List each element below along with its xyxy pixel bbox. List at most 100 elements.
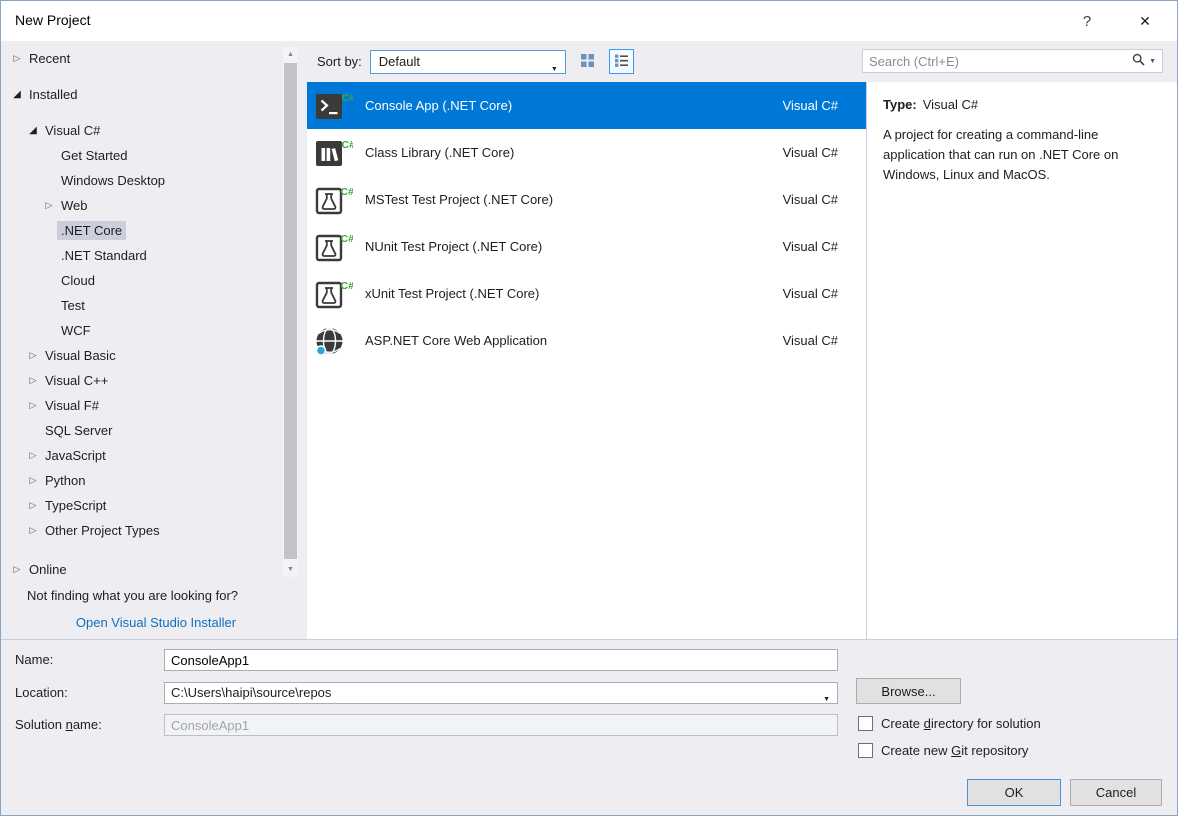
collapsed-arrow-icon[interactable]: ▷ [25,525,41,536]
scroll-down-icon[interactable]: ▼ [283,562,298,577]
location-combo[interactable]: C:\Users\haipi\source\repos ▼ [164,682,838,704]
collapsed-arrow-icon[interactable]: ▷ [25,475,41,486]
tree-item-get-started[interactable]: Get Started [1,143,281,168]
tree-item-label: Test [57,296,89,315]
collapsed-arrow-icon[interactable]: ▷ [41,200,57,211]
sort-dropdown[interactable]: Default ▼ [370,50,566,74]
tree-item-recent[interactable]: ▷Recent [1,46,281,71]
chevron-down-icon[interactable]: ▼ [1149,58,1156,65]
ok-button[interactable]: OK [967,779,1061,806]
collapsed-arrow-icon[interactable]: ▷ [25,400,41,411]
template-item-mstest-test-project-net-core[interactable]: C#MSTest Test Project (.NET Core)Visual … [307,176,866,223]
list-view-button[interactable] [609,49,634,74]
template-item-class-library-net-core[interactable]: C#Class Library (.NET Core)Visual C# [307,129,866,176]
template-item-console-app-net-core[interactable]: C#Console App (.NET Core)Visual C# [307,82,866,129]
tree-item-cloud[interactable]: Cloud [1,268,281,293]
template-item-asp-net-core-web-application[interactable]: ASP.NET Core Web ApplicationVisual C# [307,317,866,364]
tree-item-wcf[interactable]: WCF [1,318,281,343]
tree-item-web[interactable]: ▷Web [1,193,281,218]
chevron-down-icon: ▼ [823,690,830,704]
location-value: C:\Users\haipi\source\repos [171,685,331,700]
close-button[interactable]: ✕ [1127,8,1163,34]
list-view-icon [614,53,629,71]
tree-item-javascript[interactable]: ▷JavaScript [1,443,281,468]
tree-item-net-core[interactable]: .NET Core [1,218,281,243]
tree-item-label: Cloud [57,271,99,290]
svg-text:C#: C# [342,92,354,104]
tree-item-label: SQL Server [41,421,116,440]
label-part: d [924,716,931,731]
template-name: xUnit Test Project (.NET Core) [365,286,783,301]
scrollbar-thumb[interactable] [284,63,297,559]
template-item-nunit-test-project-net-core[interactable]: C#NUnit Test Project (.NET Core)Visual C… [307,223,866,270]
label-part: irectory for solution [931,716,1041,731]
label-part: G [951,743,961,758]
expanded-arrow-icon[interactable]: ◢ [25,125,41,136]
small-icons-view-icon [580,53,595,71]
open-installer-link[interactable]: Open Visual Studio Installer [21,615,291,630]
console-app-icon: C# [315,88,353,124]
tree-item-visual-c[interactable]: ◢Visual C# [1,118,281,143]
tree-item-sql-server[interactable]: SQL Server [1,418,281,443]
search-box: ▼ [862,49,1163,73]
tree-item-visual-basic[interactable]: ▷Visual Basic [1,343,281,368]
name-input[interactable] [164,649,838,671]
cancel-button-label: Cancel [1096,785,1136,800]
label-part: n [66,717,73,732]
create-directory-checkbox-row[interactable]: Create directory for solution [858,715,1041,731]
search-icon[interactable] [1132,53,1145,69]
test-project-icon: C# [315,182,353,218]
tree-item-visual-f[interactable]: ▷Visual F# [1,393,281,418]
tree-item-label: Installed [25,85,81,104]
help-button[interactable]: ? [1071,8,1103,34]
type-value: Visual C# [923,97,978,112]
label-part: Create new [881,743,951,758]
tree-item-net-standard[interactable]: .NET Standard [1,243,281,268]
tree-item-test[interactable]: Test [1,293,281,318]
tree-item-label: Get Started [57,146,131,165]
tree-item-label: JavaScript [41,446,110,465]
tree-item-python[interactable]: ▷Python [1,468,281,493]
label-part: ame: [73,717,102,732]
cancel-button[interactable]: Cancel [1070,779,1162,806]
solution-name-label: Solution name: [15,717,102,732]
template-item-xunit-test-project-net-core[interactable]: C#xUnit Test Project (.NET Core)Visual C… [307,270,866,317]
create-directory-checkbox[interactable] [858,716,873,731]
template-language: Visual C# [783,192,838,207]
collapsed-arrow-icon[interactable]: ▷ [25,500,41,511]
tree-item-label: Visual C# [41,121,104,140]
create-git-repo-checkbox[interactable] [858,743,873,758]
svg-text:C#: C# [341,280,354,292]
template-language: Visual C# [783,333,838,348]
template-description: A project for creating a command-line ap… [883,125,1155,185]
svg-text:C#: C# [341,233,354,245]
template-name: NUnit Test Project (.NET Core) [365,239,783,254]
title-bar[interactable]: New Project ? ✕ [1,1,1177,41]
dialog-title: New Project [15,12,90,28]
collapsed-arrow-icon[interactable]: ▷ [25,350,41,361]
expanded-arrow-icon[interactable]: ◢ [9,89,25,100]
tree-item-windows-desktop[interactable]: Windows Desktop [1,168,281,193]
search-input[interactable] [863,54,1132,69]
create-git-repo-checkbox-row[interactable]: Create new Git repository [858,742,1028,758]
sort-dropdown-value: Default [379,54,420,69]
template-name: ASP.NET Core Web Application [365,333,783,348]
tree-item-other-project-types[interactable]: ▷Other Project Types [1,518,281,543]
collapsed-arrow-icon[interactable]: ▷ [9,564,25,575]
browse-button[interactable]: Browse... [856,678,961,704]
top-toolbar: Sort by: Default ▼ ▼ [307,41,1177,82]
tree-item-visual-c[interactable]: ▷Visual C++ [1,368,281,393]
scroll-up-icon[interactable]: ▲ [283,47,298,62]
type-label: Type: [883,97,917,112]
collapsed-arrow-icon[interactable]: ▷ [25,375,41,386]
svg-text:C#: C# [342,139,354,151]
collapsed-arrow-icon[interactable]: ▷ [25,450,41,461]
tree-item-online[interactable]: ▷Online [1,557,281,582]
small-icons-view-button[interactable] [575,49,600,74]
tree-item-typescript[interactable]: ▷TypeScript [1,493,281,518]
collapsed-arrow-icon[interactable]: ▷ [9,53,25,64]
tree-item-installed[interactable]: ◢Installed [1,82,281,107]
details-panel: Type: Visual C# A project for creating a … [867,82,1177,639]
sidebar-scrollbar[interactable]: ▲ ▼ [283,47,298,577]
close-icon: ✕ [1139,13,1151,29]
